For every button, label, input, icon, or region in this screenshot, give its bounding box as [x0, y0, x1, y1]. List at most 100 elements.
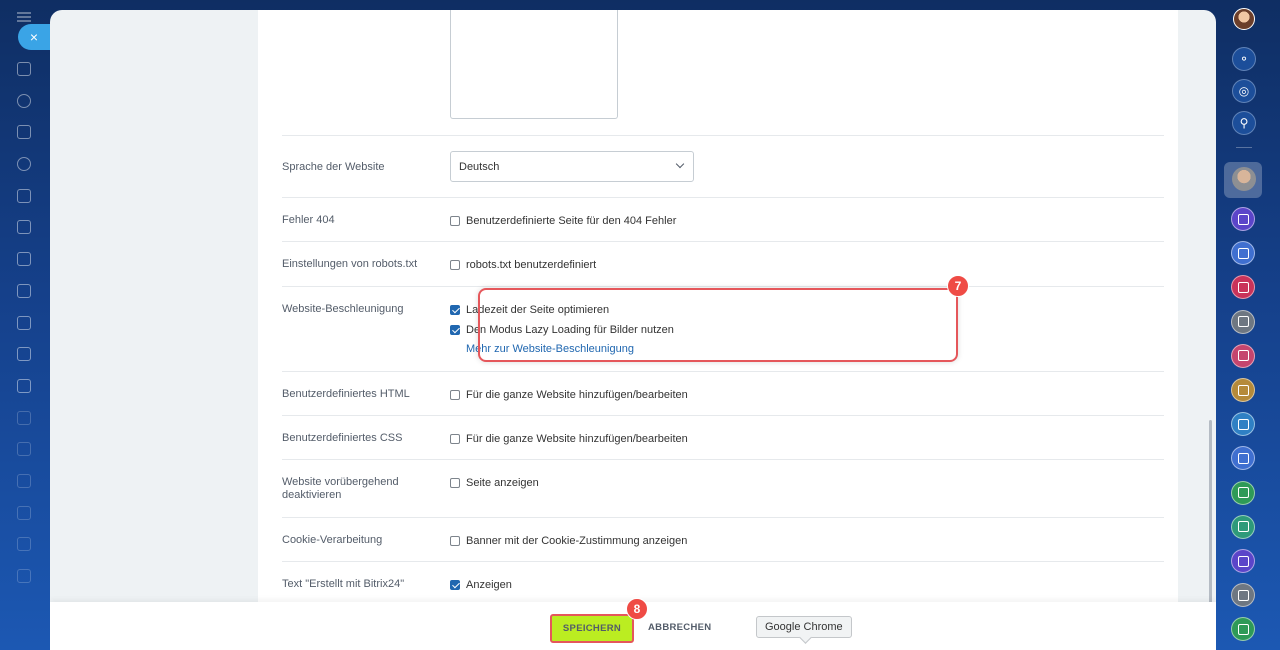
chat-item-icon[interactable]	[1231, 446, 1255, 471]
custom-css-option-label: Für die ganze Website hinzufügen/bearbei…	[466, 432, 688, 445]
contact-center-icon[interactable]	[17, 473, 31, 488]
deactivate-row: Website vorübergehend deaktivieren Seite…	[282, 459, 1164, 517]
error404-checkbox[interactable]	[450, 215, 460, 226]
task-square-icon	[1237, 418, 1249, 430]
task-square-icon	[1237, 521, 1249, 533]
made-with-option-label: Anzeigen	[466, 578, 512, 591]
robots-label: Einstellungen von robots.txt	[282, 258, 418, 270]
optimize-load-checkbox[interactable]	[450, 304, 460, 315]
cart-icon[interactable]	[17, 569, 31, 583]
chat-item-icon[interactable]	[1231, 514, 1255, 539]
robots-option-label: robots.txt benutzerdefiniert	[466, 258, 597, 271]
error404-option-label: Benutzerdefinierte Seite für den 404 Feh…	[466, 214, 677, 227]
chat-item-icon[interactable]	[1231, 275, 1255, 300]
language-label: Sprache der Website	[282, 161, 385, 173]
chat-item-icon[interactable]	[1231, 412, 1255, 437]
custom-html-option-label: Für die ganze Website hinzufügen/bearbei…	[466, 388, 688, 401]
chat-item-icon[interactable]	[1231, 309, 1255, 334]
document-icon[interactable]	[17, 125, 31, 140]
target-icon[interactable]: ◎	[1232, 79, 1256, 103]
tasks-icon[interactable]	[17, 283, 31, 298]
language-select[interactable]: Deutsch	[450, 151, 694, 182]
menu-icon[interactable]	[17, 12, 31, 22]
step-badge-8: 8	[626, 598, 648, 620]
right-sidebar: ⚬ ◎ ⚲	[1224, 0, 1280, 650]
chat-icon[interactable]	[17, 252, 31, 267]
task-square-icon	[1237, 589, 1249, 601]
copy-icon[interactable]	[17, 315, 31, 330]
user-avatar[interactable]	[1233, 8, 1255, 30]
error404-row: Fehler 404 Benutzerdefinierte Seite für …	[282, 197, 1164, 241]
custom-html-checkbox[interactable]	[450, 389, 460, 400]
robots-checkbox-option[interactable]: robots.txt benutzerdefiniert	[450, 258, 596, 271]
task-square-icon	[1237, 555, 1249, 567]
error404-checkbox-option[interactable]: Benutzerdefinierte Seite für den 404 Feh…	[450, 214, 676, 227]
chat-item-icon[interactable]	[1231, 549, 1255, 573]
chat-item-icon[interactable]	[1231, 480, 1255, 505]
robots-row: Einstellungen von robots.txt robots.txt …	[282, 241, 1164, 286]
chat-item-icon[interactable]	[1231, 378, 1255, 402]
calendar-icon[interactable]	[17, 378, 31, 393]
cookie-banner-label: Banner mit der Cookie-Zustimmung anzeige…	[466, 534, 688, 547]
close-icon: ×	[29, 29, 39, 45]
made-with-checkbox-option[interactable]: Anzeigen	[450, 578, 512, 591]
contact-avatar[interactable]	[1232, 167, 1256, 191]
left-sidebar: ×	[0, 0, 50, 650]
cookie-row: Cookie-Verarbeitung Banner mit der Cooki…	[282, 517, 1164, 561]
show-page-label: Seite anzeigen	[466, 476, 539, 489]
analytics-icon[interactable]	[17, 537, 31, 552]
inbox-icon[interactable]	[17, 188, 31, 203]
filter-icon[interactable]	[17, 505, 31, 520]
custom-html-row: Benutzerdefiniertes HTML Für die ganze W…	[282, 371, 1164, 415]
chevron-down-icon	[675, 159, 685, 169]
task-square-icon	[1237, 213, 1249, 225]
puzzle-icon[interactable]	[17, 93, 31, 108]
acceleration-label: Website-Beschleunigung	[282, 303, 404, 315]
users-icon[interactable]	[17, 157, 31, 172]
task-square-icon	[1237, 487, 1249, 499]
bell-icon[interactable]: ⚬	[1232, 47, 1256, 71]
robots-checkbox[interactable]	[450, 259, 460, 270]
chat-item-icon[interactable]	[1231, 343, 1255, 368]
custom-css-label: Benutzerdefiniertes CSS	[282, 432, 403, 444]
made-with-row: Text "Erstellt mit Bitrix24" Anzeigen	[282, 561, 1164, 602]
lazy-loading-checkbox[interactable]	[450, 324, 460, 335]
home-icon[interactable]	[17, 62, 31, 76]
footer-bar: SPEICHERN 8 ABBRECHEN Google Chrome	[50, 598, 1216, 650]
search-icon[interactable]: ⚲	[1232, 111, 1256, 135]
cookie-banner-checkbox[interactable]	[450, 535, 460, 546]
chat-item-icon[interactable]	[1231, 583, 1255, 608]
custom-css-checkbox-option[interactable]: Für die ganze Website hinzufügen/bearbei…	[450, 432, 688, 445]
browser-tooltip: Google Chrome	[756, 616, 852, 638]
drive-icon[interactable]	[17, 442, 31, 457]
settings-form: Sprache der Website Deutsch Fehler 404 B…	[258, 10, 1178, 602]
file-icon[interactable]	[17, 220, 31, 235]
close-slider-button[interactable]: ×	[18, 24, 50, 50]
cookie-banner-checkbox-option[interactable]: Banner mit der Cookie-Zustimmung anzeige…	[450, 534, 687, 547]
custom-css-checkbox[interactable]	[450, 433, 460, 444]
chat-item-icon[interactable]	[1231, 207, 1255, 231]
chat-item-icon[interactable]	[1231, 617, 1255, 642]
show-page-checkbox-option[interactable]: Seite anzeigen	[450, 476, 539, 489]
made-with-checkbox[interactable]	[450, 579, 460, 590]
chat-item-icon[interactable]	[1231, 241, 1255, 266]
custom-html-label: Benutzerdefiniertes HTML	[282, 388, 410, 400]
language-selected-value: Deutsch	[459, 161, 500, 173]
mail-icon[interactable]	[17, 347, 31, 362]
step-badge-7: 7	[947, 275, 969, 297]
show-page-checkbox[interactable]	[450, 477, 460, 488]
task-square-icon	[1237, 316, 1249, 328]
custom-css-row: Benutzerdefiniertes CSS Für die ganze We…	[282, 415, 1164, 459]
save-button[interactable]: SPEICHERN	[550, 614, 634, 643]
cancel-button[interactable]: ABBRECHEN	[648, 622, 711, 633]
acceleration-highlight-frame: 7	[478, 275, 969, 362]
task-square-icon	[1237, 623, 1249, 635]
made-with-label: Text "Erstellt mit Bitrix24"	[282, 578, 405, 590]
custom-html-checkbox-option[interactable]: Für die ganze Website hinzufügen/bearbei…	[450, 388, 688, 401]
task-square-icon	[1237, 384, 1249, 396]
task-square-icon	[1237, 350, 1249, 362]
text-area-field[interactable]	[450, 10, 618, 119]
error404-label: Fehler 404	[282, 214, 335, 226]
sign-icon[interactable]	[17, 410, 31, 425]
left-sidebar-icons	[17, 62, 35, 601]
